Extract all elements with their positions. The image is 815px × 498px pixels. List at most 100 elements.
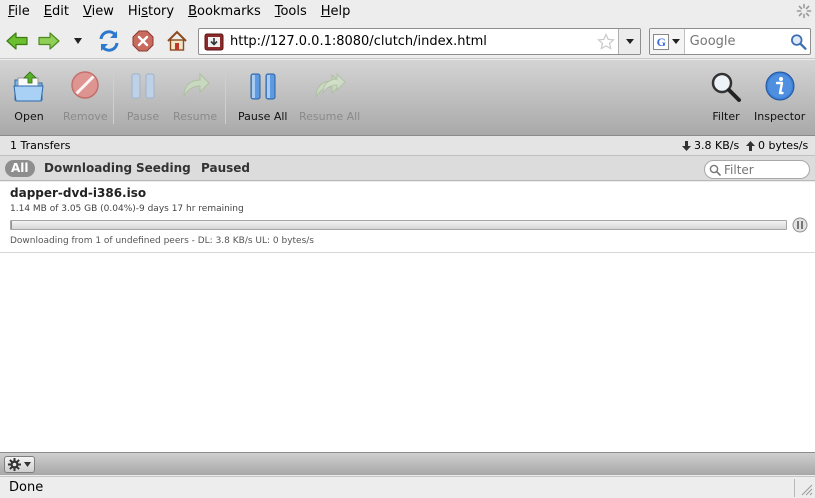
home-button[interactable]	[164, 28, 190, 54]
upload-arrow-icon	[746, 140, 755, 151]
bottom-bar	[0, 452, 815, 475]
status-divider	[794, 479, 795, 497]
menu-file[interactable]: File	[3, 4, 35, 19]
torrent-row[interactable]: dapper-dvd-i386.iso 1.14 MB of 3.05 GB (…	[0, 182, 815, 253]
menu-edit-label-post: dit	[52, 4, 69, 19]
menu-edit[interactable]: Edit	[39, 4, 74, 19]
resume-all-icon	[315, 72, 346, 99]
menu-help[interactable]: Help	[316, 4, 356, 19]
search-engine-selector[interactable]: G	[650, 29, 685, 54]
home-icon	[167, 30, 187, 51]
torrent-name: dapper-dvd-i386.iso	[10, 186, 147, 200]
pause-button[interactable]: Pause	[126, 70, 160, 123]
clutch-toolbar: Open Remove Pause Resume Pause All Resum…	[0, 60, 815, 136]
resume-all-button[interactable]: Resume All	[299, 70, 360, 123]
inspector-button-label: Inspector	[754, 110, 806, 123]
menu-tools-label-post: ools	[280, 4, 307, 19]
url-history-dropdown[interactable]	[618, 29, 640, 54]
filter-search-field[interactable]	[704, 160, 810, 179]
pause-all-button[interactable]: Pause All	[238, 70, 287, 123]
search-icon[interactable]	[790, 33, 807, 51]
menu-history[interactable]: History	[123, 4, 179, 19]
upload-speed-value: 0 bytes/s	[758, 139, 809, 152]
inspector-button[interactable]: Inspector	[754, 70, 805, 123]
menu-help-label-post: elp	[330, 4, 351, 19]
filter-tab-seeding[interactable]: Seeding	[136, 160, 191, 177]
menu-bookmarks[interactable]: Bookmarks	[183, 4, 266, 19]
chevron-down-icon	[74, 38, 82, 44]
pause-torrent-icon[interactable]	[792, 217, 808, 233]
resume-icon	[183, 72, 210, 98]
upload-speed: 0 bytes/s	[746, 139, 808, 152]
menu-history-label-pre: Hi	[127, 4, 142, 19]
filter-button[interactable]: Filter	[709, 70, 743, 123]
stop-icon	[132, 30, 154, 52]
remove-icon	[71, 71, 100, 99]
history-dropdown-button[interactable]	[66, 28, 90, 54]
open-button[interactable]: Open	[12, 70, 46, 123]
reload-button[interactable]	[96, 28, 122, 54]
settings-menu-button[interactable]	[4, 456, 35, 473]
open-button-label: Open	[14, 110, 44, 123]
transfers-count: 1 Transfers	[10, 139, 71, 152]
download-arrow-icon	[682, 140, 691, 151]
torrent-peer-details: Downloading from 1 of undefined peers - …	[10, 236, 314, 246]
filter-tab-paused[interactable]: Paused	[201, 160, 250, 177]
resume-button[interactable]: Resume	[173, 70, 217, 123]
chevron-down-icon	[672, 38, 681, 44]
toolbar-separator	[113, 72, 114, 124]
menu-tools[interactable]: Tools	[270, 4, 312, 19]
torrent-progress-details: 1.14 MB of 3.05 GB (0.04%)-9 days 17 hr …	[10, 204, 244, 214]
url-text[interactable]: http://127.0.0.1:8080/clutch/index.html	[230, 34, 597, 49]
forward-arrow-icon	[38, 32, 60, 50]
status-text: Done	[9, 480, 44, 495]
reload-icon	[99, 30, 119, 52]
forward-button[interactable]	[36, 28, 62, 54]
torrent-list: dapper-dvd-i386.iso 1.14 MB of 3.05 GB (…	[0, 182, 815, 452]
url-bar[interactable]: http://127.0.0.1:8080/clutch/index.html	[198, 28, 641, 55]
pause-all-button-label: Pause All	[238, 110, 288, 123]
stats-bar: 1 Transfers 3.8 KB/s 0 bytes/s	[0, 136, 815, 156]
menu-view[interactable]: View	[78, 4, 119, 19]
pause-button-label: Pause	[126, 110, 160, 123]
remove-button[interactable]: Remove	[63, 70, 108, 123]
menu-view-label-accel: V	[82, 4, 92, 19]
site-favicon-icon	[204, 33, 224, 50]
menu-help-label-accel: H	[320, 4, 331, 19]
open-folder-icon	[13, 71, 44, 102]
filter-button-label: Filter	[712, 110, 740, 123]
chevron-down-icon	[24, 462, 31, 467]
resume-all-button-label: Resume All	[299, 110, 361, 123]
gear-icon	[8, 458, 21, 471]
search-bar[interactable]: G	[649, 28, 811, 55]
filter-tab-all[interactable]: All	[5, 160, 35, 177]
chevron-down-icon	[625, 39, 634, 44]
browser-status-bar: Done	[0, 476, 815, 498]
search-icon	[709, 164, 721, 176]
menu-history-label-post: tory	[148, 4, 175, 19]
stop-button[interactable]	[130, 28, 156, 54]
filter-tab-downloading[interactable]: Downloading	[44, 160, 132, 177]
menu-file-label-post: ile	[14, 4, 30, 19]
filter-search-input[interactable]	[724, 162, 804, 177]
remove-button-label: Remove	[63, 110, 108, 123]
throbber-icon	[796, 3, 812, 19]
google-logo-icon: G	[653, 33, 670, 50]
filter-bar: All Downloading Seeding Paused	[0, 156, 815, 181]
resize-grip-icon[interactable]	[799, 482, 813, 496]
download-speed-value: 3.8 KB/s	[694, 139, 740, 152]
bookmark-star-icon[interactable]	[597, 32, 615, 51]
menu-bookmarks-label-post: ookmarks	[197, 4, 261, 19]
search-input[interactable]	[689, 34, 790, 49]
browser-menubar: File Edit View History Bookmarks Tools H…	[0, 0, 815, 23]
toolbar-separator	[225, 72, 226, 124]
back-arrow-icon	[6, 32, 28, 50]
menu-history-label-accel: s	[141, 4, 148, 19]
pause-all-icon	[250, 73, 276, 100]
resume-button-label: Resume	[173, 110, 218, 123]
torrent-progress-bar	[10, 220, 787, 230]
menu-bookmarks-label-accel: B	[188, 4, 198, 19]
download-speed: 3.8 KB/s	[682, 139, 739, 152]
back-button[interactable]	[4, 28, 30, 54]
pause-icon	[131, 73, 155, 99]
